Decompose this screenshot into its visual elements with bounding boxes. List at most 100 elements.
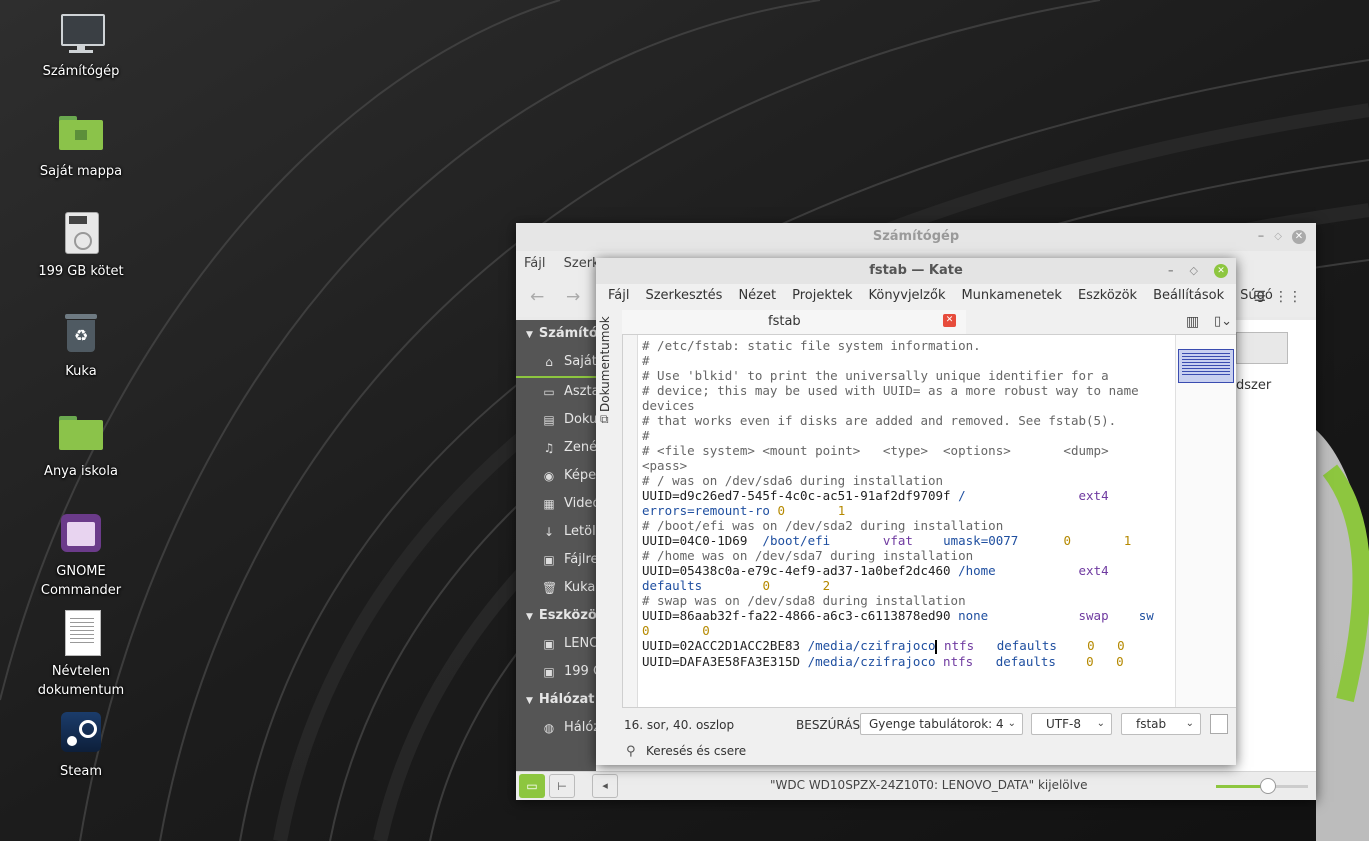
code-line[interactable]: # / was on /dev/sda6 during installation — [642, 473, 1172, 488]
zoom-slider[interactable] — [1216, 778, 1308, 794]
sidebar-item-network[interactable]: ◍Hálóz — [516, 714, 596, 742]
code-area[interactable]: # /etc/fstab: static file system informa… — [642, 338, 1172, 669]
documents-tab-label: Dokumentumok — [598, 316, 612, 412]
sidebar-item-videos[interactable]: ▦Videó — [516, 490, 596, 518]
sidebar-section-devices[interactable]: ▼Eszközök — [516, 602, 596, 630]
code-line[interactable]: # swap was on /dev/sda8 during installat… — [642, 593, 1172, 608]
code-line[interactable]: UUID=04C0-1D69 /boot/efi vfat umask=0077… — [642, 533, 1172, 548]
places-button[interactable]: ▭ — [519, 774, 545, 798]
code-token: ext4 — [1078, 563, 1109, 578]
code-line[interactable]: # /boot/efi was on /dev/sda2 during inst… — [642, 518, 1172, 533]
minimize-icon[interactable]: – — [1168, 258, 1174, 284]
back-icon[interactable]: ← — [530, 287, 544, 307]
code-line[interactable]: devices — [642, 398, 1172, 413]
title-bar[interactable]: fstab — Kate – ◇ ✕ — [596, 258, 1236, 284]
menu-sessions[interactable]: Munkamenetek — [953, 284, 1069, 308]
code-line[interactable]: <pass> — [642, 458, 1172, 473]
code-line[interactable]: # — [642, 353, 1172, 368]
sidebar-item-device-1[interactable]: ▣ LENO — [516, 630, 596, 658]
close-icon[interactable]: ✕ — [1292, 230, 1306, 244]
desktop-icon-home[interactable]: Saját mappa — [26, 110, 136, 181]
cursor-position: 16. sor, 40. oszlop — [624, 718, 735, 732]
sidebar-item-music[interactable]: ♫Zenék — [516, 434, 596, 462]
menu-file[interactable]: Fájl — [600, 284, 637, 308]
documents-sidebar-tab[interactable]: Dokumentumok ⧉ — [596, 308, 618, 718]
desktop-icon-steam[interactable]: Steam — [26, 710, 136, 781]
code-line[interactable]: UUID=86aab32f-fa22-4866-a6c3-c6113878ed9… — [642, 608, 1172, 623]
menu-edit[interactable]: Szerkesztés — [637, 284, 730, 308]
code-line[interactable]: defaults 0 2 — [642, 578, 1172, 593]
drive-icon: ▣ — [543, 637, 555, 651]
desktop-icon-folder[interactable]: Anya iskola — [26, 410, 136, 481]
minimap[interactable] — [1175, 335, 1236, 707]
code-line[interactable]: # <file system> <mount point> <type> <op… — [642, 443, 1172, 458]
filetype-select[interactable]: fstab ⌄ — [1121, 713, 1201, 735]
home-icon: ⌂ — [545, 355, 553, 369]
folder-icon — [57, 410, 105, 458]
code-line[interactable]: 0 0 — [642, 623, 1172, 638]
menu-help[interactable]: Súgó — [1232, 284, 1281, 308]
sidebar-item-downloads[interactable]: ↓Letölt — [516, 518, 596, 546]
code-line[interactable]: UUID=02ACC2D1ACC2BE83 /media/czifrajoco … — [642, 638, 1172, 654]
code-line[interactable]: UUID=05438c0a-e79c-4ef9-ad37-1a0bef2dc46… — [642, 563, 1172, 578]
code-line[interactable]: # device; this may be used with UUID= as… — [642, 383, 1172, 398]
menu-projects[interactable]: Projektek — [784, 284, 860, 308]
menu-tools[interactable]: Eszközök — [1070, 284, 1145, 308]
code-line[interactable]: # /home was on /dev/sda7 during installa… — [642, 548, 1172, 563]
close-icon[interactable]: ✕ — [1214, 264, 1228, 278]
desktop-icon-drive[interactable]: 199 GB kötet — [26, 210, 136, 281]
sidebar-section-computer[interactable]: ▼Számítóg — [516, 320, 596, 348]
sidebar-item-trash[interactable]: 🗑 Kuka — [516, 574, 596, 602]
music-icon: ♫ — [543, 441, 555, 455]
maximize-icon[interactable]: ◇ — [1274, 223, 1282, 251]
desktop-icon-document[interactable]: Névtelen dokumentum — [26, 610, 136, 700]
maximize-icon[interactable]: ◇ — [1190, 258, 1198, 284]
close-split-icon[interactable]: ▯⌄ — [1214, 314, 1232, 329]
desktop-icon-gnome-commander[interactable]: GNOME Commander — [26, 510, 136, 600]
search-replace-bar[interactable]: ⚲ Keresés és csere — [596, 740, 1236, 765]
input-mode[interactable]: BESZÚRÁS — [796, 718, 860, 732]
code-line[interactable]: # Use 'blkid' to print the universally u… — [642, 368, 1172, 383]
minimize-icon[interactable]: – — [1258, 223, 1265, 251]
close-tab-icon[interactable]: ✕ — [943, 314, 956, 327]
encoding-select[interactable]: UTF-8 ⌄ — [1031, 713, 1112, 735]
sidebar-item-desktop[interactable]: ▭ Aszta — [516, 378, 596, 406]
sidebar-item-documents[interactable]: ▤ Doku — [516, 406, 596, 434]
code-line[interactable]: errors=remount-ro 0 1 — [642, 503, 1172, 518]
code-line[interactable]: # — [642, 428, 1172, 443]
code-token: 1 — [837, 503, 846, 518]
split-view-icon[interactable]: ▥ — [1186, 314, 1199, 330]
forward-icon[interactable]: → — [566, 287, 580, 307]
code-line[interactable]: # that works even if disks are added and… — [642, 413, 1172, 428]
title-bar[interactable]: Számítógép – ◇ ✕ — [516, 223, 1316, 251]
indent-select[interactable]: Gyenge tabulátorok: 4 ⌄ — [860, 713, 1023, 735]
code-line[interactable]: # /etc/fstab: static file system informa… — [642, 338, 1172, 353]
filesystem-item-icon[interactable] — [1236, 332, 1288, 364]
menu-file[interactable]: Fájl — [524, 256, 545, 271]
desktop-icon-computer[interactable]: Számítógép — [26, 10, 136, 81]
kate-editor-window[interactable]: fstab — Kate – ◇ ✕ Fájl Szerkesztés Néze… — [596, 258, 1273, 765]
menu-settings[interactable]: Beállítások — [1145, 284, 1232, 308]
sidebar-item-home[interactable]: ⌂ Saját — [516, 348, 596, 378]
code-line[interactable]: UUID=d9c26ed7-545f-4c0c-ac51-91af2df9709… — [642, 488, 1172, 503]
minimap-viewport[interactable] — [1178, 349, 1234, 383]
sidebar-section-network[interactable]: ▼ Hálózat — [516, 686, 596, 714]
download-icon: ↓ — [543, 525, 555, 539]
sidebar-item-pictures[interactable]: ◉Képek — [516, 462, 596, 490]
tree-button[interactable]: ⊢ — [549, 774, 575, 798]
sidebar-item-device-2[interactable]: ▣199 G — [516, 658, 596, 686]
sidebar-item-filesystem[interactable]: ▣ Fájlre — [516, 546, 596, 574]
desktop-icon-trash[interactable]: ♻ Kuka — [26, 310, 136, 381]
menu-view[interactable]: Nézet — [730, 284, 784, 308]
code-token: UUID=05438c0a-e79c-4ef9-ad37-1a0bef2dc46… — [642, 563, 959, 578]
document-icon[interactable] — [1210, 714, 1228, 734]
document-tab[interactable]: fstab ✕ — [622, 310, 966, 337]
code-line[interactable]: UUID=DAFA3E58FA3E315D /media/czifrajoco … — [642, 654, 1172, 669]
text-editor[interactable]: # /etc/fstab: static file system informa… — [622, 334, 1236, 708]
hide-sidebar-button[interactable]: ◂ — [592, 774, 618, 798]
zoom-slider-handle[interactable] — [1259, 778, 1276, 794]
menu-bookmarks[interactable]: Könyvjelzők — [860, 284, 953, 308]
